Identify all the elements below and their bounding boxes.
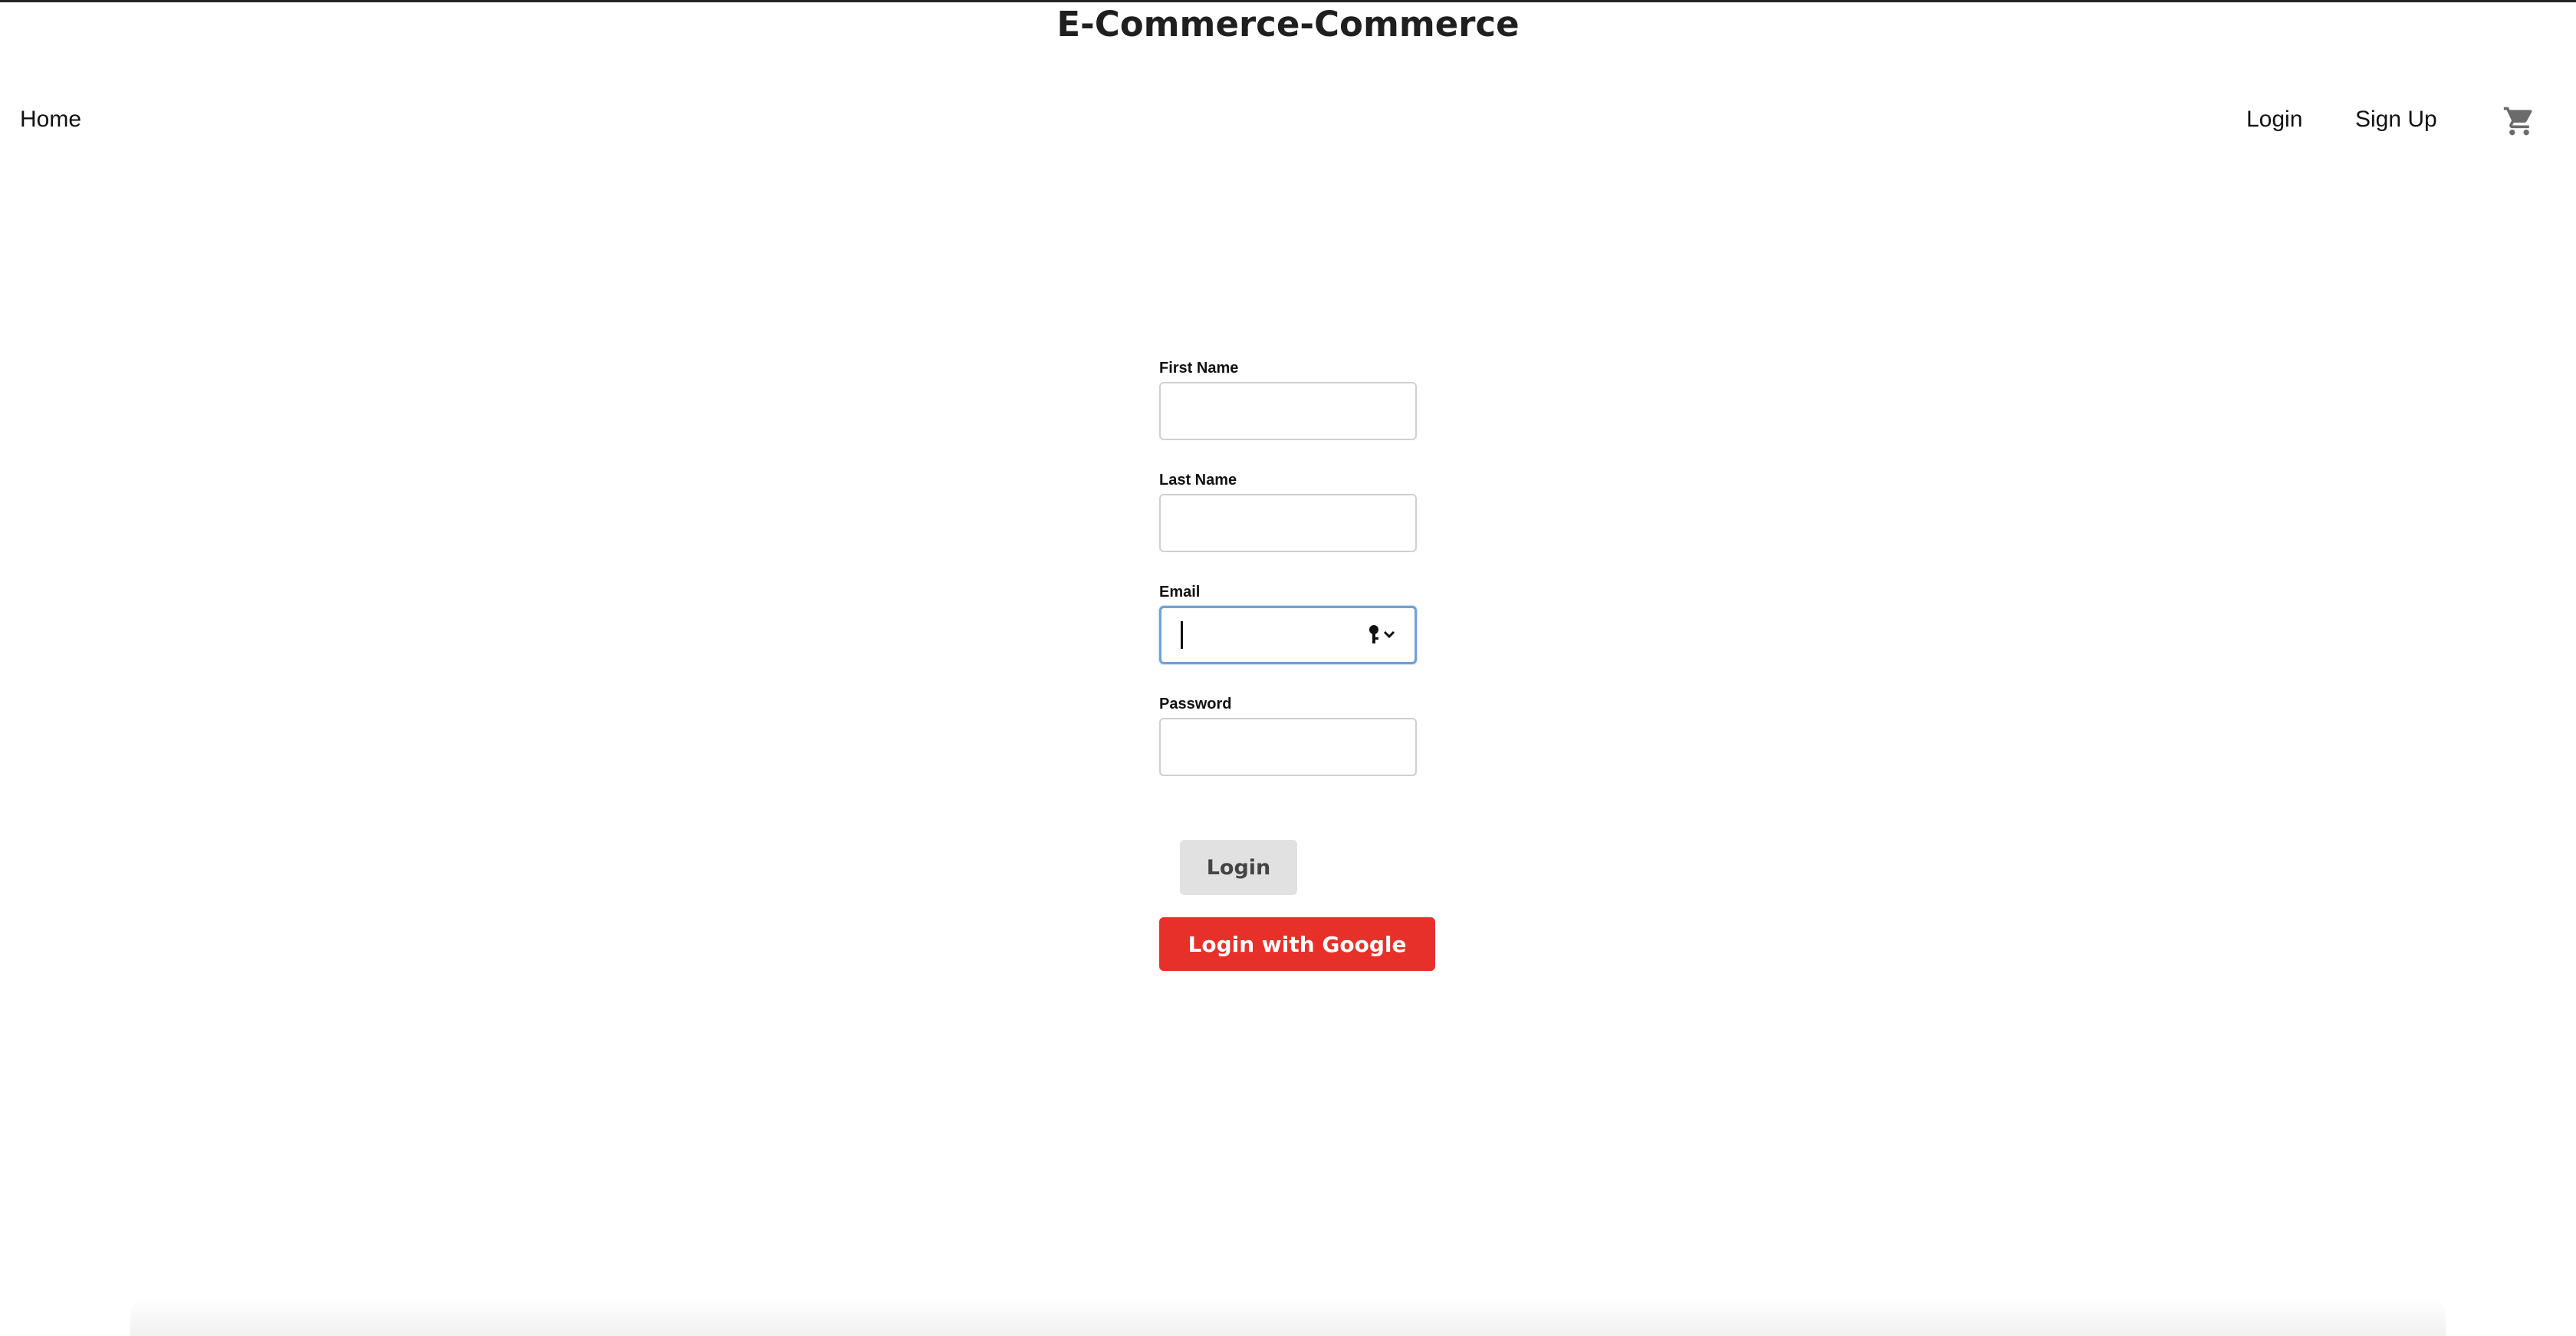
nav-signup-link[interactable]: Sign Up [2355,104,2437,135]
last-name-input[interactable] [1159,494,1417,552]
first-name-label: First Name [1159,360,1239,377]
last-name-label: Last Name [1159,472,1237,489]
email-label: Email [1159,584,1201,601]
login-button[interactable]: Login [1180,840,1297,895]
key-icon[interactable] [1365,623,1400,647]
first-name-input[interactable] [1159,382,1417,440]
signup-form: First Name Last Name Email Password [1159,354,1466,802]
footer-shadow [130,1296,2446,1336]
login-with-google-button[interactable]: Login with Google [1159,917,1435,971]
password-label: Password [1159,696,1232,712]
nav-home-link[interactable]: Home [20,104,81,135]
email-field-wrapper [1159,606,1417,664]
shopping-cart-icon[interactable] [2502,104,2536,138]
text-caret [1181,621,1183,649]
password-input[interactable] [1159,718,1417,776]
nav-login-link[interactable]: Login [2246,104,2302,135]
site-title: E-Commerce-Commerce [1056,4,1520,44]
